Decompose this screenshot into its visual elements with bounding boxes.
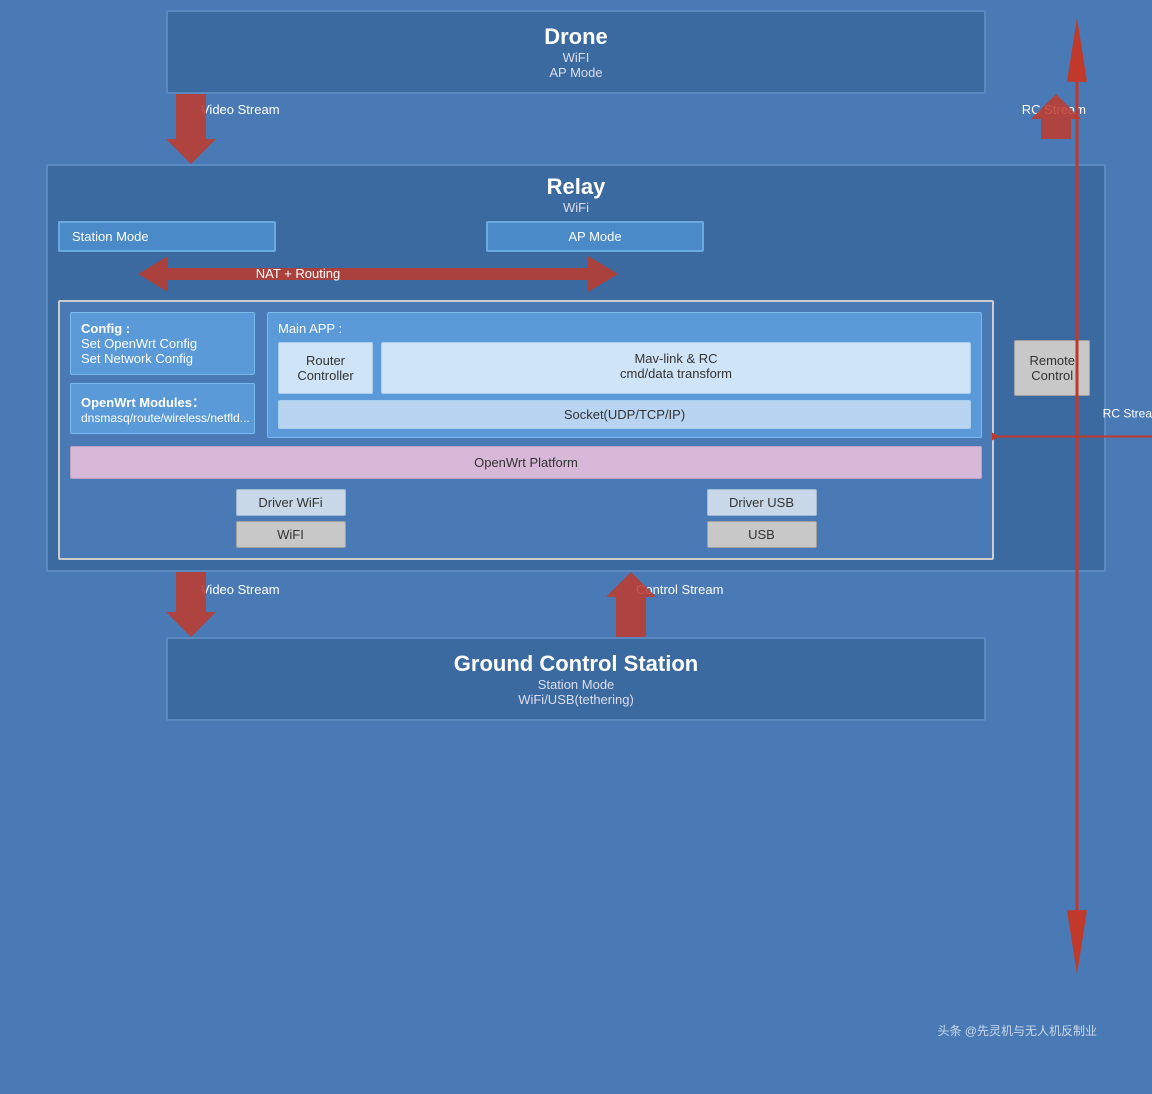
wifi-driver-group: Driver WiFi WiFI — [236, 489, 346, 548]
nat-routing-label: NAT + Routing — [256, 266, 340, 281]
drone-subtitle2: AP Mode — [188, 65, 964, 80]
main-app-area: Main APP : Router Controller Mav-link & … — [267, 312, 982, 438]
mavlink-box: Mav-link & RC cmd/data transform — [381, 342, 971, 394]
inner-box: Config : Set OpenWrt Config Set Network … — [58, 300, 994, 560]
gcs-title: Ground Control Station — [188, 651, 964, 677]
ap-mode-box: AP Mode — [486, 221, 704, 252]
gcs-subtitle1: Station Mode — [188, 677, 964, 692]
station-mode-box: Station Mode — [58, 221, 276, 252]
config-box: Config : Set OpenWrt Config Set Network … — [70, 312, 255, 375]
relay-subtitle: WiFi — [58, 200, 1094, 215]
watermark: 头条 @先灵机与无人机反制业 — [937, 1022, 1097, 1039]
socket-box: Socket(UDP/TCP/IP) — [278, 400, 971, 429]
drone-box: Drone WiFI AP Mode — [166, 10, 986, 94]
usb-driver-group: Driver USB USB — [707, 489, 817, 548]
openwrt-platform-box: OpenWrt Platform — [70, 446, 982, 479]
driver-wifi-box: Driver WiFi — [236, 489, 346, 516]
drone-title: Drone — [188, 24, 964, 50]
wifi-hw-box: WiFI — [236, 521, 346, 548]
openwrt-modules-box: OpenWrt Modules： dnsmasq/route/wireless/… — [70, 383, 255, 434]
usb-hw-box: USB — [707, 521, 817, 548]
gcs-box: Ground Control Station Station Mode WiFi… — [166, 637, 986, 721]
relay-box: Relay WiFi Station Mode AP Mode — [46, 164, 1106, 572]
router-controller-box: Router Controller — [278, 342, 373, 394]
gcs-subtitle2: WiFi/USB(tethering) — [188, 692, 964, 707]
drone-subtitle1: WiFI — [188, 50, 964, 65]
relay-title: Relay — [58, 174, 1094, 200]
main-app-label: Main APP : — [278, 321, 971, 336]
driver-usb-box: Driver USB — [707, 489, 817, 516]
